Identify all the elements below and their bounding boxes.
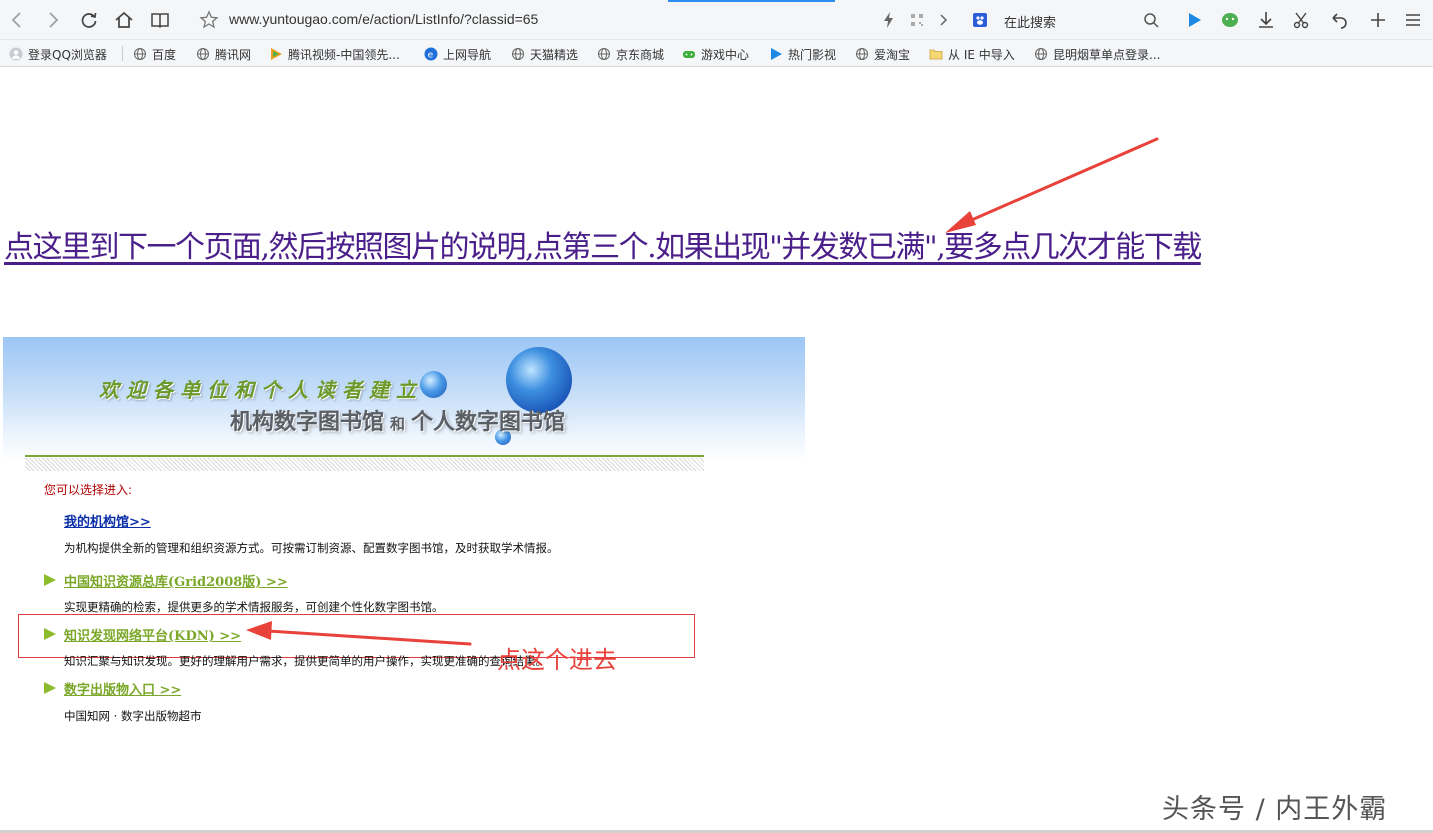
play-icon[interactable] (1182, 8, 1206, 32)
gamepad-icon (682, 47, 696, 61)
triangle-bullet-icon (44, 574, 56, 586)
globe-icon (597, 47, 611, 61)
my-institution-link[interactable]: 我的机构馆>> (64, 511, 151, 530)
user-icon (9, 47, 23, 61)
grid2008-link[interactable]: 中国知识资源总库(Grid2008版) >> (64, 571, 288, 590)
banner-library-types: 机构数字图书馆和个人数字图书馆 (230, 404, 565, 436)
bookmark-label: 上网导航 (443, 47, 492, 62)
globe-icon (1034, 47, 1048, 61)
bookmark-jd[interactable]: 京东商城 (597, 45, 664, 63)
globe-icon (420, 371, 447, 398)
bookmark-tencent[interactable]: 腾讯网 (196, 45, 251, 63)
bookmark-import-ie[interactable]: 从 IE 中导入 (929, 45, 1015, 63)
reader-icon[interactable] (148, 8, 172, 32)
globe-icon (196, 47, 210, 61)
wechat-icon[interactable] (1218, 8, 1242, 32)
banner-personal-library: 个人数字图书馆 (411, 410, 566, 435)
banner-and: 和 (390, 415, 406, 433)
bookmark-game-center[interactable]: 游戏中心 (682, 45, 749, 63)
digital-publications-link[interactable]: 数字出版物入口 >> (64, 679, 181, 698)
bookmark-label: 腾讯网 (215, 47, 252, 62)
bookmark-baidu[interactable]: 百度 (133, 45, 176, 63)
video-play-icon (269, 47, 283, 61)
ie-icon: e (424, 47, 438, 61)
undo-icon[interactable] (1327, 8, 1351, 32)
search-box[interactable]: 在此搜索 (966, 5, 1166, 35)
bookmark-kunming-tobacco[interactable]: 昆明烟草单点登录... (1034, 45, 1160, 63)
bookmark-label: 从 IE 中导入 (948, 47, 1015, 62)
lightning-icon[interactable] (877, 8, 901, 32)
globe-icon (855, 47, 869, 61)
bookmark-label: 爱淘宝 (874, 47, 911, 62)
banner-welcome-text: 欢迎各单位和个人读者建立 (99, 378, 423, 402)
qr-icon[interactable] (905, 8, 929, 32)
bookmark-label: 天猫精选 (530, 47, 579, 62)
bookmarks-bar: 登录QQ浏览器 百度 腾讯网 腾讯视频-中国领先... e 上网导航 天猫精选 … (0, 40, 1433, 67)
browser-toolbar: www.yuntougao.com/e/action/ListInfo/?cla… (0, 0, 1433, 40)
bookmark-label: 腾讯视频-中国领先... (288, 47, 400, 62)
home-icon[interactable] (112, 8, 136, 32)
watermark: 头条号 / 内王外霸 (1162, 794, 1388, 825)
bookmark-hot-movies[interactable]: 热门影视 (769, 45, 836, 63)
divider (25, 455, 704, 457)
entry-description: 知识汇聚与知识发现。更好的理解用户需求，提供更简单的用户操作，实现更准确的查询结… (64, 654, 547, 668)
active-tab-indicator (668, 0, 835, 2)
magnifier-icon[interactable] (1139, 8, 1163, 32)
library-banner: 欢迎各单位和个人读者建立 机构数字图书馆和个人数字图书馆 (3, 337, 805, 462)
bookmark-label: 百度 (152, 47, 177, 62)
bookmark-separator (122, 46, 123, 61)
triangle-bullet-icon (44, 628, 56, 640)
entry-description: 实现更精确的检索，提供更多的学术情报服务，可创建个性化数字图书馆。 (64, 600, 444, 614)
bookmark-label: 游戏中心 (701, 47, 750, 62)
star-icon[interactable] (197, 8, 221, 32)
chevron-right-icon[interactable] (931, 8, 955, 32)
play-icon (769, 47, 783, 61)
forward-icon[interactable] (41, 8, 65, 32)
bookmark-label: 京东商城 (616, 47, 665, 62)
entry-description: 为机构提供全新的管理和组织资源方式。可按需订制资源、配置数字图书馆，及时获取学术… (64, 541, 559, 555)
globe-icon (133, 47, 147, 61)
paw-icon[interactable] (968, 8, 992, 32)
scissors-icon[interactable] (1289, 8, 1313, 32)
address-bar[interactable]: www.yuntougao.com/e/action/ListInfo/?cla… (193, 5, 961, 35)
folder-icon (929, 47, 943, 61)
bookmark-ai-taobao[interactable]: 爱淘宝 (855, 45, 910, 63)
bookmark-label: 昆明烟草单点登录... (1053, 47, 1161, 62)
next-page-link[interactable]: 点这里到下一个页面,然后按照图片的说明,点第三个.如果出现"并发数已满",要多点… (4, 222, 1202, 266)
arrow-icon (945, 137, 1159, 233)
search-input[interactable]: 在此搜索 (1004, 12, 1056, 31)
url-text[interactable]: www.yuntougao.com/e/action/ListInfo/?cla… (229, 11, 538, 27)
annotation-text: 点这个进去 (497, 646, 617, 674)
menu-icon[interactable] (1401, 8, 1425, 32)
plus-icon[interactable] (1366, 8, 1390, 32)
bookmark-label: 热门影视 (788, 47, 837, 62)
svg-text:e: e (428, 51, 434, 61)
download-icon[interactable] (1254, 8, 1278, 32)
bookmark-label: 登录QQ浏览器 (28, 47, 107, 62)
bookmark-web-nav[interactable]: e 上网导航 (424, 45, 491, 63)
banner-org-library: 机构数字图书馆 (230, 410, 385, 435)
back-icon[interactable] (5, 8, 29, 32)
bookmark-tmall[interactable]: 天猫精选 (511, 45, 578, 63)
triangle-bullet-icon (44, 682, 56, 694)
refresh-icon[interactable] (77, 8, 101, 32)
kdn-link[interactable]: 知识发现网络平台(KDN) >> (64, 625, 241, 644)
entry-description: 中国知网 · 数字出版物超市 (64, 709, 202, 723)
bookmark-login-qq[interactable]: 登录QQ浏览器 (9, 45, 107, 63)
bookmark-tencent-video[interactable]: 腾讯视频-中国领先... (269, 45, 400, 63)
hatch-divider (25, 458, 704, 471)
globe-icon (511, 47, 525, 61)
choose-label: 您可以选择进入: (44, 483, 133, 497)
